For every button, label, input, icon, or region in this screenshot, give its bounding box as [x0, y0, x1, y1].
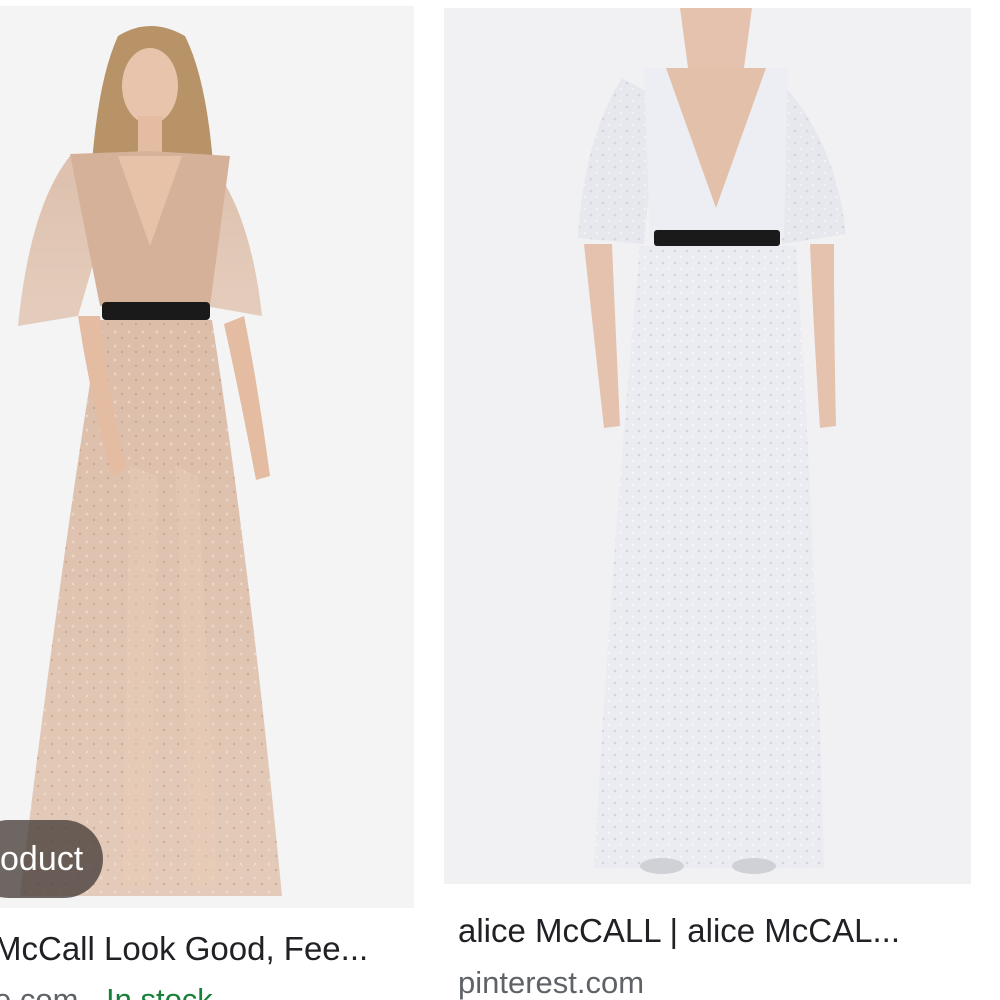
nude-gown-image	[18, 26, 282, 896]
result-thumbnail[interactable]	[444, 8, 971, 884]
result-card[interactable]: oduct McCall Look Good, Fee... e.com · I…	[0, 0, 420, 1000]
result-title[interactable]: alice McCALL | alice McCAL...	[458, 908, 958, 954]
result-source: e.com	[0, 982, 79, 1000]
result-source[interactable]: pinterest.com	[458, 960, 958, 1000]
result-meta: e.com · In stock	[0, 980, 414, 1000]
result-thumbnail[interactable]: oduct	[0, 6, 414, 908]
result-title[interactable]: McCall Look Good, Fee...	[0, 928, 414, 970]
result-card[interactable]: alice McCALL | alice McCAL... pinterest.…	[444, 0, 1000, 1000]
product-badge: oduct	[0, 820, 104, 898]
white-lace-gown-image	[578, 8, 846, 874]
image-results-grid: oduct McCall Look Good, Fee... e.com · I…	[0, 0, 1000, 1000]
meta-separator: ·	[78, 982, 106, 1000]
stock-status: In stock	[105, 982, 213, 1000]
